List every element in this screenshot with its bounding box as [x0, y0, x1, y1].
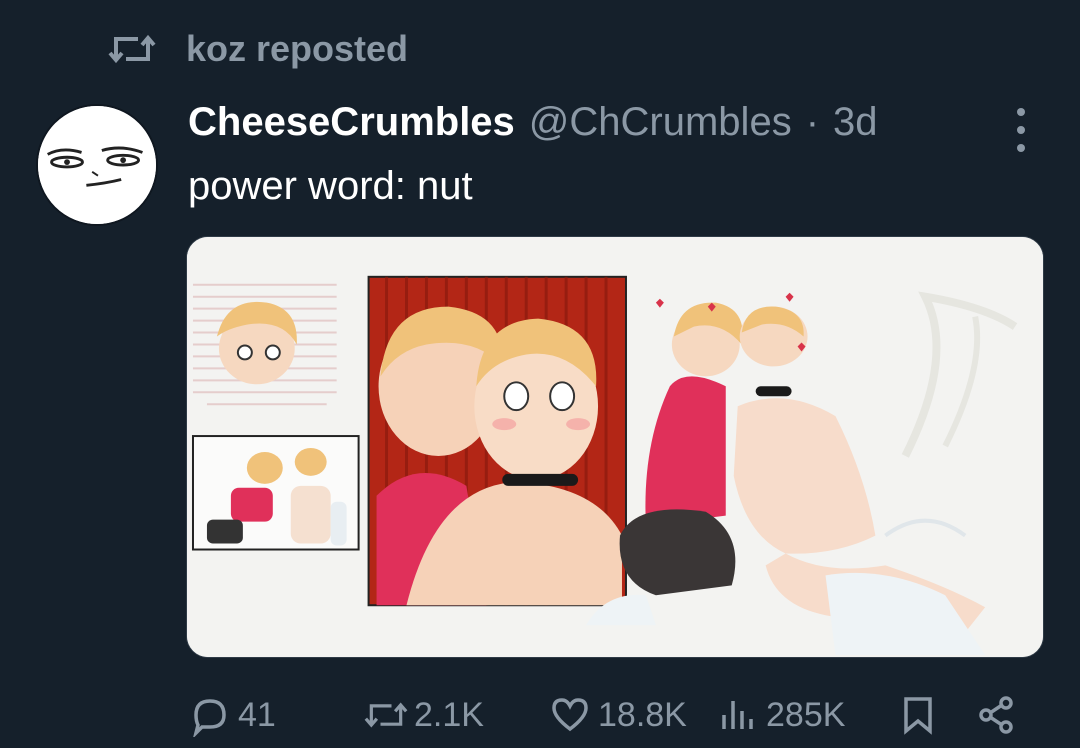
share-button[interactable] — [974, 690, 1018, 740]
bookmark-icon — [904, 697, 932, 735]
tweet-text: power word: nut — [188, 164, 473, 208]
avatar-face-icon — [38, 106, 156, 224]
repost-banner-text: koz reposted — [186, 28, 409, 69]
author-display-name[interactable]: CheeseCrumbles — [188, 100, 515, 145]
comic-illustration — [187, 237, 1043, 657]
reply-icon — [193, 699, 226, 737]
tweet-media-image[interactable] — [186, 236, 1044, 658]
tweet-timestamp[interactable]: 3d — [833, 100, 878, 145]
repost-button[interactable]: 2.1K — [364, 690, 484, 740]
heart-icon — [552, 698, 588, 732]
views-button[interactable]: 285K — [716, 690, 845, 740]
like-count: 18.8K — [598, 695, 687, 734]
tweet-card[interactable]: koz reposted CheeseCrumbles @ChCrumbles … — [0, 0, 1080, 748]
repost-count: 2.1K — [414, 695, 484, 734]
tweet-header: CheeseCrumbles @ChCrumbles · 3d — [188, 100, 878, 145]
more-dot-icon — [1017, 126, 1025, 134]
views-count: 285K — [766, 695, 846, 734]
like-button[interactable]: 18.8K — [548, 690, 687, 740]
share-icon — [979, 696, 1013, 734]
reply-count: 41 — [238, 695, 276, 734]
repost-icon — [108, 34, 156, 64]
action-bar: 41 2.1K 18.8K 285K — [0, 690, 1080, 740]
avatar[interactable] — [36, 104, 158, 226]
author-handle[interactable]: @ChCrumbles — [529, 100, 792, 145]
repost-banner[interactable]: koz reposted — [108, 28, 408, 70]
more-dot-icon — [1017, 144, 1025, 152]
bookmark-button[interactable] — [896, 690, 940, 740]
reply-button[interactable]: 41 — [188, 690, 276, 740]
more-dot-icon — [1017, 108, 1025, 116]
analytics-icon — [722, 701, 753, 729]
header-separator: · — [805, 100, 820, 144]
more-options-button[interactable] — [1006, 108, 1036, 152]
repost-icon — [364, 702, 408, 728]
